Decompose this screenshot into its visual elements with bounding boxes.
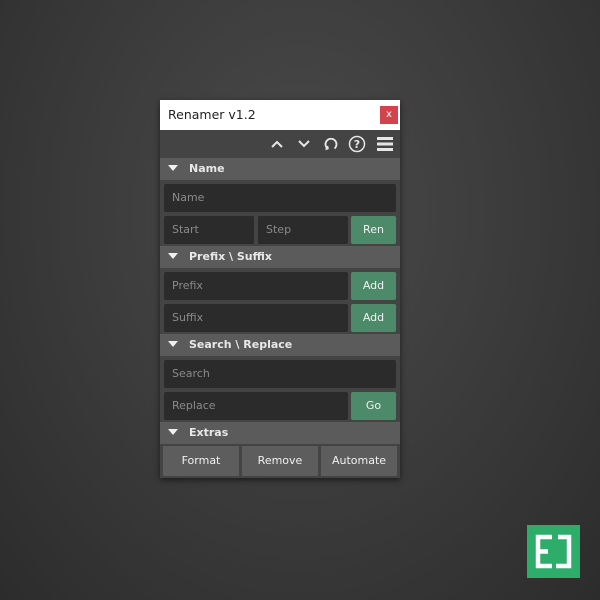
chevron-up-icon[interactable] xyxy=(267,135,287,153)
prefix-suffix-section-body: Prefix Add Suffix Add xyxy=(160,268,400,334)
remove-button[interactable]: Remove xyxy=(242,446,318,476)
title-bar: Renamer v1.2 x xyxy=(160,100,400,130)
section-header-extras[interactable]: Extras xyxy=(160,422,400,444)
automate-button[interactable]: Automate xyxy=(321,446,397,476)
search-replace-section-body: Search Replace Go xyxy=(160,356,400,422)
section-label-extras: Extras xyxy=(189,426,229,439)
add-prefix-button[interactable]: Add xyxy=(351,272,396,300)
toolbar: ? xyxy=(160,130,400,158)
svg-text:?: ? xyxy=(354,138,360,151)
section-label-name: Name xyxy=(189,162,225,175)
section-header-name[interactable]: Name xyxy=(160,158,400,180)
suffix-input[interactable]: Suffix xyxy=(164,304,348,332)
step-input[interactable]: Step xyxy=(258,216,348,244)
rename-button[interactable]: Ren xyxy=(351,216,396,244)
help-icon[interactable]: ? xyxy=(347,135,367,153)
name-section-body: Name Start Step Ren xyxy=(160,180,400,246)
close-button[interactable]: x xyxy=(380,106,398,124)
extras-section-body: Format Remove Automate xyxy=(160,444,400,478)
start-input[interactable]: Start xyxy=(164,216,254,244)
section-label-search-replace: Search \ Replace xyxy=(189,338,293,351)
window-title: Renamer v1.2 xyxy=(168,107,256,122)
menu-icon[interactable] xyxy=(375,135,395,153)
collapse-triangle-icon xyxy=(168,429,178,435)
add-suffix-button[interactable]: Add xyxy=(351,304,396,332)
collapse-triangle-icon xyxy=(168,165,178,171)
section-label-prefix-suffix: Prefix \ Suffix xyxy=(189,250,272,263)
brand-logo xyxy=(527,525,580,578)
prefix-input[interactable]: Prefix xyxy=(164,272,348,300)
collapse-triangle-icon xyxy=(168,253,178,259)
search-input[interactable]: Search xyxy=(164,360,396,388)
collapse-triangle-icon xyxy=(168,341,178,347)
format-button[interactable]: Format xyxy=(163,446,239,476)
replace-input[interactable]: Replace xyxy=(164,392,348,420)
go-button[interactable]: Go xyxy=(351,392,396,420)
section-header-search-replace[interactable]: Search \ Replace xyxy=(160,334,400,356)
chevron-down-icon[interactable] xyxy=(294,135,314,153)
section-header-prefix-suffix[interactable]: Prefix \ Suffix xyxy=(160,246,400,268)
refresh-icon[interactable] xyxy=(321,135,341,153)
name-input[interactable]: Name xyxy=(164,184,396,212)
renamer-window: Renamer v1.2 x ? Name Name Start Step Re… xyxy=(160,100,400,478)
